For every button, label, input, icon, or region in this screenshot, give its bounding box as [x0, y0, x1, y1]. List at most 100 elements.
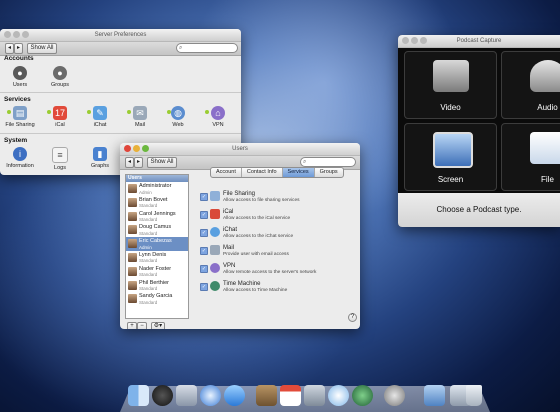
- address-book-icon[interactable]: [256, 385, 277, 406]
- close-button[interactable]: [402, 37, 409, 44]
- ichat-icon: ✎: [93, 106, 107, 120]
- divider: [0, 133, 241, 134]
- minimize-button[interactable]: [133, 145, 140, 152]
- pref-users[interactable]: ● Users: [0, 66, 40, 88]
- zoom-button[interactable]: [420, 37, 427, 44]
- section-services: Services: [4, 96, 31, 103]
- back-button[interactable]: ◂: [125, 157, 134, 168]
- ical-icon[interactable]: [280, 385, 301, 406]
- mail-icon[interactable]: [176, 385, 197, 406]
- list-item[interactable]: Lynn Denis Standard: [126, 251, 188, 265]
- list-item[interactable]: Sandy Garcia Standard: [126, 292, 188, 306]
- pref-mail[interactable]: ✉ Mail: [120, 106, 160, 128]
- screen-tile[interactable]: Screen: [404, 123, 497, 191]
- service-time-machine: ✓ Time Machine Allow access to Time Mach…: [200, 281, 288, 293]
- service-ichat: ✓ iChat Allow access to the iChat servic…: [200, 227, 294, 239]
- time-machine-checkbox[interactable]: ✓: [200, 283, 208, 291]
- mail-icon: [210, 245, 220, 255]
- title-bar[interactable]: Podcast Capture: [398, 35, 560, 48]
- logs-icon: ≡: [52, 147, 68, 163]
- title-bar[interactable]: Users: [120, 143, 360, 156]
- video-tile[interactable]: Video: [404, 51, 497, 119]
- pref-file-sharing[interactable]: ▤ File Sharing: [0, 106, 40, 128]
- show-all-button[interactable]: Show All: [147, 157, 177, 168]
- zoom-button[interactable]: [22, 31, 29, 38]
- podcast-capture-window: Podcast Capture Video Audio Screen File …: [398, 35, 560, 227]
- tab-groups[interactable]: Groups: [315, 168, 343, 177]
- mail-checkbox[interactable]: ✓: [200, 247, 208, 255]
- divider: [0, 92, 241, 93]
- section-accounts: Accounts: [4, 55, 34, 62]
- web-icon: ◍: [171, 106, 185, 120]
- avatar: [128, 266, 137, 276]
- file-tile[interactable]: File: [501, 123, 560, 191]
- forward-button[interactable]: ▸: [134, 157, 143, 168]
- system-preferences-icon[interactable]: [384, 385, 405, 406]
- pref-logs[interactable]: ≡ Logs: [40, 147, 80, 171]
- service-vpn: ✓ VPN Allow remote access to the server'…: [200, 263, 317, 275]
- avatar: [128, 280, 137, 290]
- pref-web[interactable]: ◍ Web: [158, 106, 198, 128]
- ical-icon: [210, 209, 220, 219]
- title-bar[interactable]: Server Preferences: [0, 29, 241, 42]
- gear-menu-button[interactable]: ⚙▾: [151, 322, 165, 329]
- pref-ical[interactable]: 17 iCal: [40, 106, 80, 128]
- pref-graphs[interactable]: ▮ Graphs: [80, 147, 120, 169]
- ical-checkbox[interactable]: ✓: [200, 211, 208, 219]
- zoom-button[interactable]: [142, 145, 149, 152]
- tab-services[interactable]: Services: [282, 168, 315, 177]
- itunes-icon[interactable]: [328, 385, 349, 406]
- tab-contact-info[interactable]: Contact Info: [242, 168, 283, 177]
- file-sharing-checkbox[interactable]: ✓: [200, 193, 208, 201]
- section-system: System: [4, 137, 28, 144]
- show-all-button[interactable]: Show All: [27, 43, 57, 54]
- time-machine-icon[interactable]: [352, 385, 373, 406]
- vpn-checkbox[interactable]: ✓: [200, 265, 208, 273]
- groups-icon: ●: [53, 66, 67, 80]
- list-item[interactable]: Phil Berthier Standard: [126, 279, 188, 293]
- users-window: Users ◂ ▸ Show All ⌕ Users Administrator…: [120, 143, 360, 329]
- forward-button[interactable]: ▸: [14, 43, 23, 54]
- users-icon: ●: [13, 66, 27, 80]
- minimize-button[interactable]: [13, 31, 20, 38]
- preview-icon[interactable]: [304, 385, 325, 406]
- finder-icon[interactable]: [128, 385, 149, 406]
- safari-icon[interactable]: [200, 385, 221, 406]
- podcast-prompt-bar: Choose a Podcast type.: [398, 193, 560, 227]
- trash-icon[interactable]: [466, 385, 482, 406]
- tab-account[interactable]: Account: [211, 168, 242, 177]
- information-icon: i: [13, 147, 27, 161]
- mail-icon: ✉: [133, 106, 147, 120]
- help-button[interactable]: ?: [348, 313, 357, 322]
- podcast-capture-icon[interactable]: [424, 385, 445, 406]
- pref-vpn[interactable]: ⌂ VPN: [198, 106, 238, 128]
- remove-user-button[interactable]: −: [137, 322, 147, 329]
- pref-ichat[interactable]: ✎ iChat: [80, 106, 120, 128]
- list-item[interactable]: Nader Foster Standard: [126, 265, 188, 279]
- close-button[interactable]: [4, 31, 11, 38]
- close-button[interactable]: [124, 145, 131, 152]
- ichat-checkbox[interactable]: ✓: [200, 229, 208, 237]
- minimize-button[interactable]: [411, 37, 418, 44]
- list-item[interactable]: Doug Camus Standard: [126, 223, 188, 237]
- dashboard-icon[interactable]: [152, 385, 173, 406]
- add-user-button[interactable]: +: [127, 322, 137, 329]
- search-input[interactable]: ⌕: [176, 43, 238, 53]
- avatar: [128, 252, 137, 262]
- list-item[interactable]: Brian Bovet Standard: [126, 196, 188, 210]
- vpn-icon: [210, 263, 220, 273]
- list-item-selected[interactable]: Eric Cabezas Admin: [126, 237, 188, 251]
- users-list[interactable]: Users Administrator Admin Brian Bovet Stan…: [125, 174, 189, 319]
- audio-tile[interactable]: Audio: [501, 51, 560, 119]
- avatar: [128, 239, 137, 249]
- service-file-sharing: ✓ File Sharing Allow access to file shar…: [200, 191, 300, 203]
- file-icon: [529, 132, 560, 164]
- search-input[interactable]: ⌕: [300, 157, 356, 167]
- tab-bar: Account Contact Info Services Groups: [210, 167, 344, 178]
- ichat-icon[interactable]: [224, 385, 245, 406]
- pref-information[interactable]: i Information: [0, 147, 40, 169]
- pref-groups[interactable]: ● Groups: [40, 66, 80, 88]
- list-item[interactable]: Carol Jennings Standard: [126, 210, 188, 224]
- list-item[interactable]: Administrator Admin: [126, 182, 188, 196]
- back-button[interactable]: ◂: [5, 43, 14, 54]
